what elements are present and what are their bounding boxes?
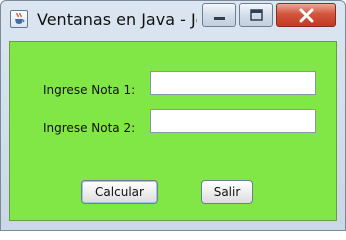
maximize-icon [250, 9, 263, 21]
title-bar[interactable]: Ventanas en Java - Jc... [1, 1, 345, 37]
nota2-label: Ingrese Nota 2: [43, 121, 136, 135]
minimize-icon [214, 17, 225, 20]
close-button[interactable] [276, 3, 336, 27]
window-title: Ventanas en Java - Jc... [37, 10, 197, 29]
maximize-button[interactable] [239, 3, 273, 27]
salir-button[interactable]: Salir [201, 180, 253, 204]
minimize-button[interactable] [202, 3, 236, 27]
nota1-label: Ingrese Nota 1: [43, 83, 136, 97]
nota2-input[interactable] [150, 109, 316, 133]
calcular-button[interactable]: Calcular [81, 180, 158, 204]
app-window: Ventanas en Java - Jc... Ingrese Nota 1:… [0, 0, 346, 231]
close-icon [299, 8, 314, 23]
java-coffee-cup-icon[interactable] [10, 10, 28, 28]
form-panel: Ingrese Nota 1: Ingrese Nota 2: Calcular… [9, 41, 337, 221]
nota1-input[interactable] [150, 71, 316, 95]
